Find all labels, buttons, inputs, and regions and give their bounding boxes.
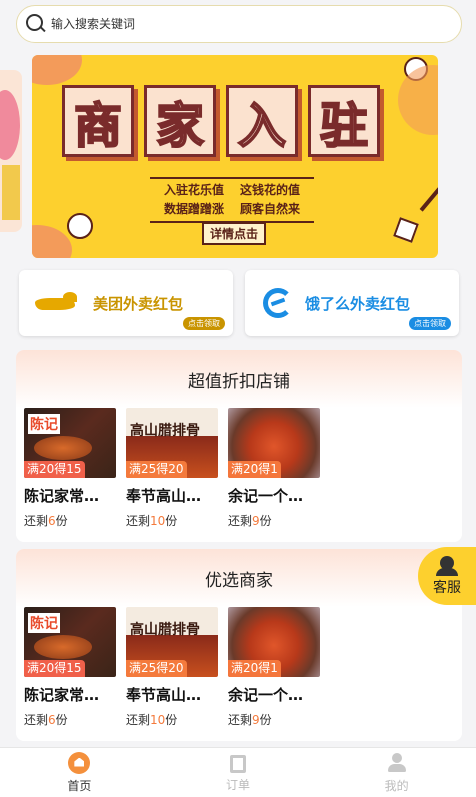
user-icon [386,752,408,774]
banner-title: 商 家 入 驻 [62,85,380,157]
shop-image: 满20得1 [228,408,320,478]
shop-image: 陈记 满20得15 [24,408,116,478]
headset-icon [435,555,459,576]
discount-shops-section: 超值折扣店铺 陈记 满20得15 陈记家常… 还剩6份 高山腊排骨 满25得20… [16,350,462,542]
search-input[interactable] [51,17,411,31]
banner-subtitle: 入驻花乐值 这钱花的值 数据蹭蹭涨 顾客自然来 [150,177,315,223]
shop-card[interactable]: 高山腊排骨 满25得20 奉节高山… 还剩10份 [126,408,218,529]
meituan-logo-icon [35,290,87,316]
shop-name: 奉节高山… [126,487,202,505]
discount-badge: 满20得1 [228,660,281,677]
customer-service-label: 客服 [433,579,461,596]
meituan-red-packet-card[interactable]: 美团外卖红包 点击领取 [19,270,233,336]
eleme-red-packet-title: 饿了么外卖红包 [305,294,411,313]
shop-image: 高山腊排骨 满25得20 [126,408,218,478]
shop-card[interactable]: 陈记 满20得15 陈记家常… 还剩6份 [24,607,116,728]
eleme-claim-tag[interactable]: 点击领取 [409,317,451,330]
discount-badge: 满25得20 [126,660,187,677]
tab-profile[interactable]: 我的 [317,748,476,797]
shop-image: 满20得1 [228,607,320,677]
meituan-red-packet-title: 美团外卖红包 [93,294,184,313]
section-title: 优选商家 [16,549,462,607]
discount-badge: 满20得1 [228,461,281,478]
tab-orders[interactable]: 订单 [159,748,318,797]
banner-details-button[interactable]: 详情点击 [202,222,267,245]
remaining-count: 还剩9份 [228,713,272,727]
tab-label: 我的 [384,778,409,793]
shop-image: 陈记 满20得15 [24,607,116,677]
shop-card[interactable]: 陈记 满20得15 陈记家常… 还剩6份 [24,408,116,529]
shop-name: 陈记家常… [24,686,100,704]
tab-label: 订单 [226,777,251,792]
meituan-claim-tag[interactable]: 点击领取 [183,317,225,330]
shop-name: 陈记家常… [24,487,100,505]
shop-name: 余记一个… [228,487,304,505]
shop-name: 奉节高山… [126,686,202,704]
banner-title-char: 入 [226,85,298,157]
remaining-count: 还剩9份 [228,514,272,528]
tab-home[interactable]: 首页 [0,748,159,797]
search-icon [25,13,47,35]
section-title: 超值折扣店铺 [16,350,462,408]
tab-label: 首页 [67,778,92,793]
shop-card[interactable]: 满20得1 余记一个… 还剩9份 [228,408,320,529]
home-icon [68,751,91,774]
search-bar[interactable] [16,5,462,43]
preferred-merchants-section: 优选商家 陈记 满20得15 陈记家常… 还剩6份 高山腊排骨 满25得20 奉… [16,549,462,741]
remaining-count: 还剩10份 [126,713,178,727]
banner-title-char: 驻 [308,85,380,157]
order-icon [230,754,246,773]
eleme-logo-icon [263,288,293,318]
shop-card[interactable]: 高山腊排骨 满25得20 奉节高山… 还剩10份 [126,607,218,728]
shop-name: 余记一个… [228,686,304,704]
bottom-tab-bar: 首页 订单 我的 [0,747,476,797]
discount-badge: 满25得20 [126,461,187,478]
merchant-join-banner[interactable]: 商 家 入 驻 入驻花乐值 这钱花的值 数据蹭蹭涨 顾客自然来 详情点击 [32,55,438,258]
customer-service-button[interactable]: 客服 [418,547,476,605]
banner-title-char: 商 [62,85,134,157]
eleme-red-packet-card[interactable]: 饿了么外卖红包 点击领取 [245,270,459,336]
remaining-count: 还剩6份 [24,514,68,528]
shop-image: 高山腊排骨 满25得20 [126,607,218,677]
discount-badge: 满20得15 [24,660,85,677]
shop-card[interactable]: 满20得1 余记一个… 还剩9份 [228,607,320,728]
banner-title-char: 家 [144,85,216,157]
remaining-count: 还剩10份 [126,514,178,528]
remaining-count: 还剩6份 [24,713,68,727]
discount-badge: 满20得15 [24,461,85,478]
banner-previous-slide[interactable] [0,70,22,232]
